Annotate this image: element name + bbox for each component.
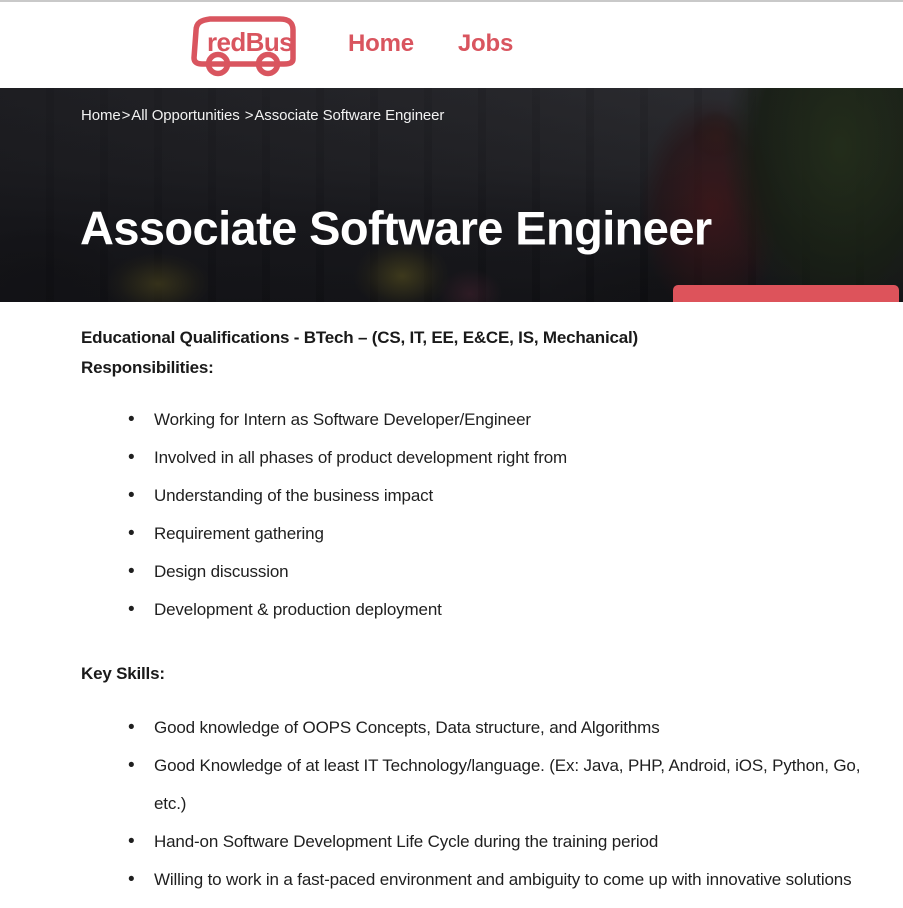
nav-link-home[interactable]: Home <box>348 30 414 58</box>
list-item: Requirement gathering <box>128 515 863 553</box>
list-item: Working for Intern as Software Developer… <box>128 401 863 439</box>
breadcrumb-separator: > <box>121 107 131 124</box>
job-hero-banner: Home>All Opportunities >Associate Softwa… <box>0 88 903 302</box>
educational-qualifications-heading: Educational Qualifications - BTech – (CS… <box>81 328 638 347</box>
list-item: Development & production deployment <box>128 591 863 629</box>
list-item: Good Knowledge of at least IT Technology… <box>128 747 863 823</box>
breadcrumb-item-current: Associate Software Engineer <box>254 107 445 124</box>
breadcrumb-item-all-opportunities[interactable]: All Opportunities <box>131 107 239 124</box>
redbus-logo-icon: redBus <box>191 16 296 77</box>
list-item: Hand-on Software Development Life Cycle … <box>128 823 863 861</box>
key-skills-list: Good knowledge of OOPS Concepts, Data st… <box>128 709 863 908</box>
responsibilities-heading: Responsibilities: <box>81 358 214 377</box>
list-item: Design discussion <box>128 553 863 591</box>
list-item: Good knowledge of OOPS Concepts, Data st… <box>128 709 863 747</box>
svg-text:redBus: redBus <box>207 27 293 57</box>
job-description-body: Educational Qualifications - BTech – (CS… <box>0 302 903 908</box>
key-skills-heading: Key Skills: <box>81 664 165 683</box>
breadcrumb-separator-2: > <box>244 107 254 124</box>
redbus-logo[interactable]: redBus <box>188 15 300 77</box>
list-item: Willing to work in a fast-paced environm… <box>128 861 863 908</box>
page-title: Associate Software Engineer <box>80 201 712 255</box>
job-posting-page: redBus Home Jobs Home>All Opportunities … <box>0 0 903 908</box>
primary-nav: Home Jobs <box>348 30 513 58</box>
breadcrumb: Home>All Opportunities >Associate Softwa… <box>81 107 444 124</box>
apply-button[interactable]: APPLY <box>673 285 899 302</box>
list-item: Involved in all phases of product develo… <box>128 439 863 477</box>
list-item: Understanding of the business impact <box>128 477 863 515</box>
nav-link-jobs[interactable]: Jobs <box>458 30 513 58</box>
responsibilities-list: Working for Intern as Software Developer… <box>128 401 863 629</box>
breadcrumb-item-home[interactable]: Home <box>81 107 121 124</box>
site-header: redBus Home Jobs <box>0 2 903 88</box>
